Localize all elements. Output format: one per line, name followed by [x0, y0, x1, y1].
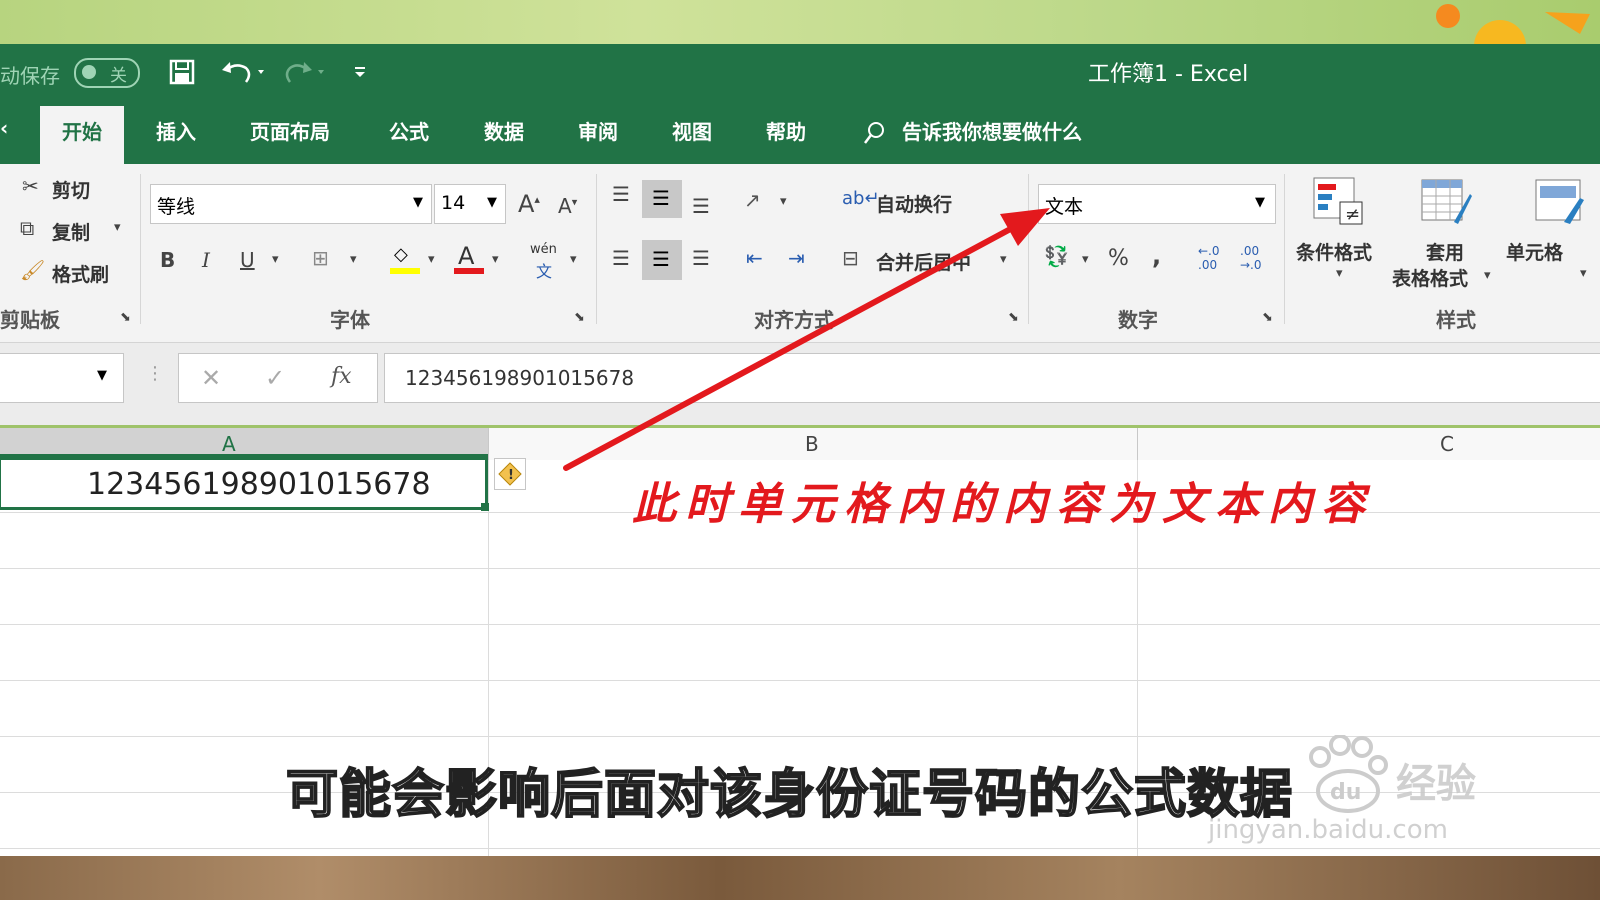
svg-text:du: du: [1330, 780, 1361, 805]
wood-background: [0, 856, 1600, 900]
annotation-text: 此时单元格内的内容为文本内容: [632, 479, 1374, 530]
video-subtitle: 可能会影响后面对该身份证号码的公式数据: [285, 764, 1294, 826]
watermark-url: jingyan.baidu.com: [1208, 815, 1448, 845]
watermark-brand: 经验: [1396, 761, 1476, 807]
paw-icon: du: [1309, 735, 1388, 813]
